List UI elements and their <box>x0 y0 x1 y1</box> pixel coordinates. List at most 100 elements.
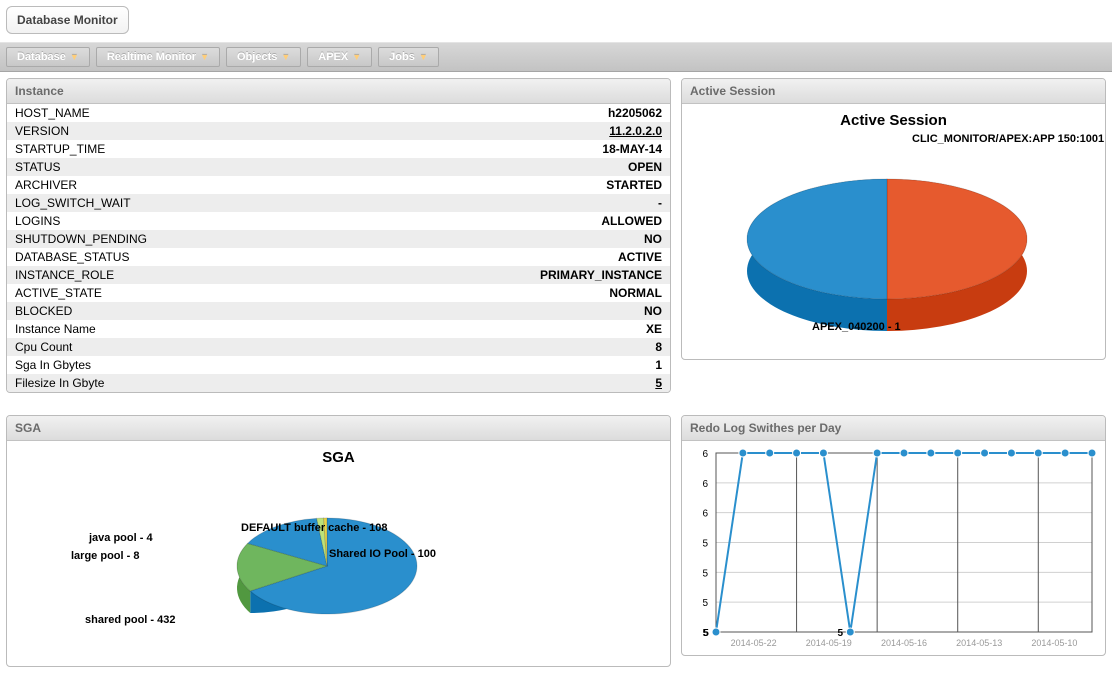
instance-key: SHUTDOWN_PENDING <box>15 232 147 246</box>
instance-value: OPEN <box>628 160 662 174</box>
instance-value: XE <box>646 322 662 336</box>
chevron-down-icon: ▼ <box>419 52 428 62</box>
instance-row: Instance Name XE <box>7 320 670 338</box>
instance-value: ALLOWED <box>601 214 662 228</box>
menu-jobs[interactable]: Jobs ▼ <box>378 47 439 67</box>
svg-text:6: 6 <box>955 445 961 448</box>
panel-title-sga: SGA <box>7 416 670 441</box>
instance-value: 1 <box>655 358 662 372</box>
instance-row: ACTIVE_STATE NORMAL <box>7 284 670 302</box>
instance-key: VERSION <box>15 124 69 138</box>
menu-label: Realtime Monitor <box>107 51 196 63</box>
instance-key: DATABASE_STATUS <box>15 250 129 264</box>
svg-text:6: 6 <box>1009 445 1015 448</box>
chevron-down-icon: ▼ <box>200 52 209 62</box>
menu-label: Jobs <box>389 51 415 63</box>
svg-text:5: 5 <box>702 568 708 579</box>
svg-text:6: 6 <box>702 479 708 490</box>
chart-redo: 66655555666656666666662014-05-222014-05-… <box>682 441 1105 655</box>
app-title-button[interactable]: Database Monitor <box>6 6 129 34</box>
svg-text:2014-05-22: 2014-05-22 <box>731 638 777 648</box>
instance-row: DATABASE_STATUS ACTIVE <box>7 248 670 266</box>
instance-value: - <box>658 196 662 210</box>
instance-row: STATUS OPEN <box>7 158 670 176</box>
chart-slice-label: CLIC_MONITOR/APEX:APP 150:1001 - <box>912 133 1106 145</box>
instance-value: PRIMARY_INSTANCE <box>540 268 662 282</box>
instance-key: ARCHIVER <box>15 178 77 192</box>
instance-row: BLOCKEDNO <box>7 302 670 320</box>
panel-instance: Instance HOST_NAMEh2205062VERSION11.2.0.… <box>6 78 671 393</box>
chart-sga: DEFAULT buffer cache - 108 Shared IO Pool… <box>7 466 670 666</box>
instance-value: NO <box>644 232 662 246</box>
chart-title-sga: SGA <box>7 449 670 466</box>
instance-key: Instance Name <box>15 322 96 336</box>
svg-text:2014-05-19: 2014-05-19 <box>806 638 852 648</box>
svg-text:6: 6 <box>982 445 988 448</box>
instance-key: LOGINS <box>15 214 60 228</box>
instance-value[interactable]: 5 <box>655 376 662 390</box>
instance-key: Sga In Gbytes <box>15 358 91 372</box>
svg-text:6: 6 <box>901 445 907 448</box>
instance-value[interactable]: 11.2.0.2.0 <box>609 124 662 138</box>
svg-text:2014-05-16: 2014-05-16 <box>881 638 927 648</box>
svg-text:5: 5 <box>702 598 708 609</box>
instance-key: STATUS <box>15 160 61 174</box>
instance-row: LOG_SWITCH_WAIT - <box>7 194 670 212</box>
svg-text:5: 5 <box>703 628 709 639</box>
instance-value: 18-MAY-14 <box>602 142 662 156</box>
menu-label: Database <box>17 51 66 63</box>
chevron-down-icon: ▼ <box>352 52 361 62</box>
svg-text:6: 6 <box>740 445 746 448</box>
svg-text:6: 6 <box>928 445 934 448</box>
menu-objects[interactable]: Objects ▼ <box>226 47 301 67</box>
panel-title-redo: Redo Log Swithes per Day <box>682 416 1105 441</box>
chart-slice-label: large pool - 8 <box>71 550 139 562</box>
instance-row: ARCHIVER STARTED <box>7 176 670 194</box>
chevron-down-icon: ▼ <box>281 52 290 62</box>
chart-slice-label: shared pool - 432 <box>85 614 175 626</box>
menu-realtime-monitor[interactable]: Realtime Monitor ▼ <box>96 47 220 67</box>
instance-row: STARTUP_TIME 18-MAY-14 <box>7 140 670 158</box>
chevron-down-icon: ▼ <box>70 52 79 62</box>
panel-redo: Redo Log Swithes per Day 666555556666566… <box>681 415 1106 656</box>
instance-key: Filesize In Gbyte <box>15 376 104 390</box>
instance-key: STARTUP_TIME <box>15 142 105 156</box>
instance-value: h2205062 <box>608 106 662 120</box>
instance-value: ACTIVE <box>618 250 662 264</box>
svg-text:6: 6 <box>821 445 827 448</box>
instance-key: ACTIVE_STATE <box>15 286 102 300</box>
svg-text:6: 6 <box>702 449 708 460</box>
instance-row: Sga In Gbytes 1 <box>7 356 670 374</box>
svg-text:6: 6 <box>794 445 800 448</box>
chart-title-active-session: Active Session <box>682 112 1105 129</box>
panel-sga: SGA SGA DEFAULT buffer cache - 108 Shared… <box>6 415 671 667</box>
svg-text:6: 6 <box>767 445 773 448</box>
instance-row: SHUTDOWN_PENDING NO <box>7 230 670 248</box>
instance-key: HOST_NAME <box>15 106 90 120</box>
instance-value: NORMAL <box>609 286 662 300</box>
instance-table: HOST_NAME h2205062 VERSION 11.2.0.2.0 STARTU… <box>7 104 670 392</box>
panel-active-session: Active Session Active Session CLIC_MONIT… <box>681 78 1106 360</box>
menu-label: Objects <box>237 51 277 63</box>
svg-text:5: 5 <box>702 539 708 550</box>
instance-value: NO <box>644 304 662 318</box>
instance-value: STARTED <box>606 178 662 192</box>
instance-key: INSTANCE_ROLE <box>15 268 114 282</box>
instance-row: VERSION 11.2.0.2.0 <box>7 122 670 140</box>
instance-value: 8 <box>655 340 662 354</box>
instance-key: LOG_SWITCH_WAIT <box>15 196 131 210</box>
svg-text:6: 6 <box>1036 445 1042 448</box>
svg-text:6: 6 <box>874 445 880 448</box>
svg-text:6: 6 <box>1062 445 1068 448</box>
menu-database[interactable]: Database ▼ <box>6 47 90 67</box>
instance-row: Cpu Count 8 <box>7 338 670 356</box>
chart-slice-label: Shared IO Pool - 100 <box>329 548 436 560</box>
instance-row: HOST_NAME h2205062 <box>7 104 670 122</box>
menu-apex[interactable]: APEX ▼ <box>307 47 372 67</box>
instance-key: Cpu Count <box>15 340 72 354</box>
main-menubar: Database▼Realtime Monitor▼Objects▼APEX▼J… <box>0 42 1112 72</box>
chart-slice-label: DEFAULT buffer cache - 108 <box>241 522 388 534</box>
chart-active-session: CLIC_MONITOR/APEX:APP 150:1001 -APEX_040… <box>682 129 1105 359</box>
menu-label: APEX <box>318 51 348 63</box>
svg-text:6: 6 <box>1089 445 1095 448</box>
